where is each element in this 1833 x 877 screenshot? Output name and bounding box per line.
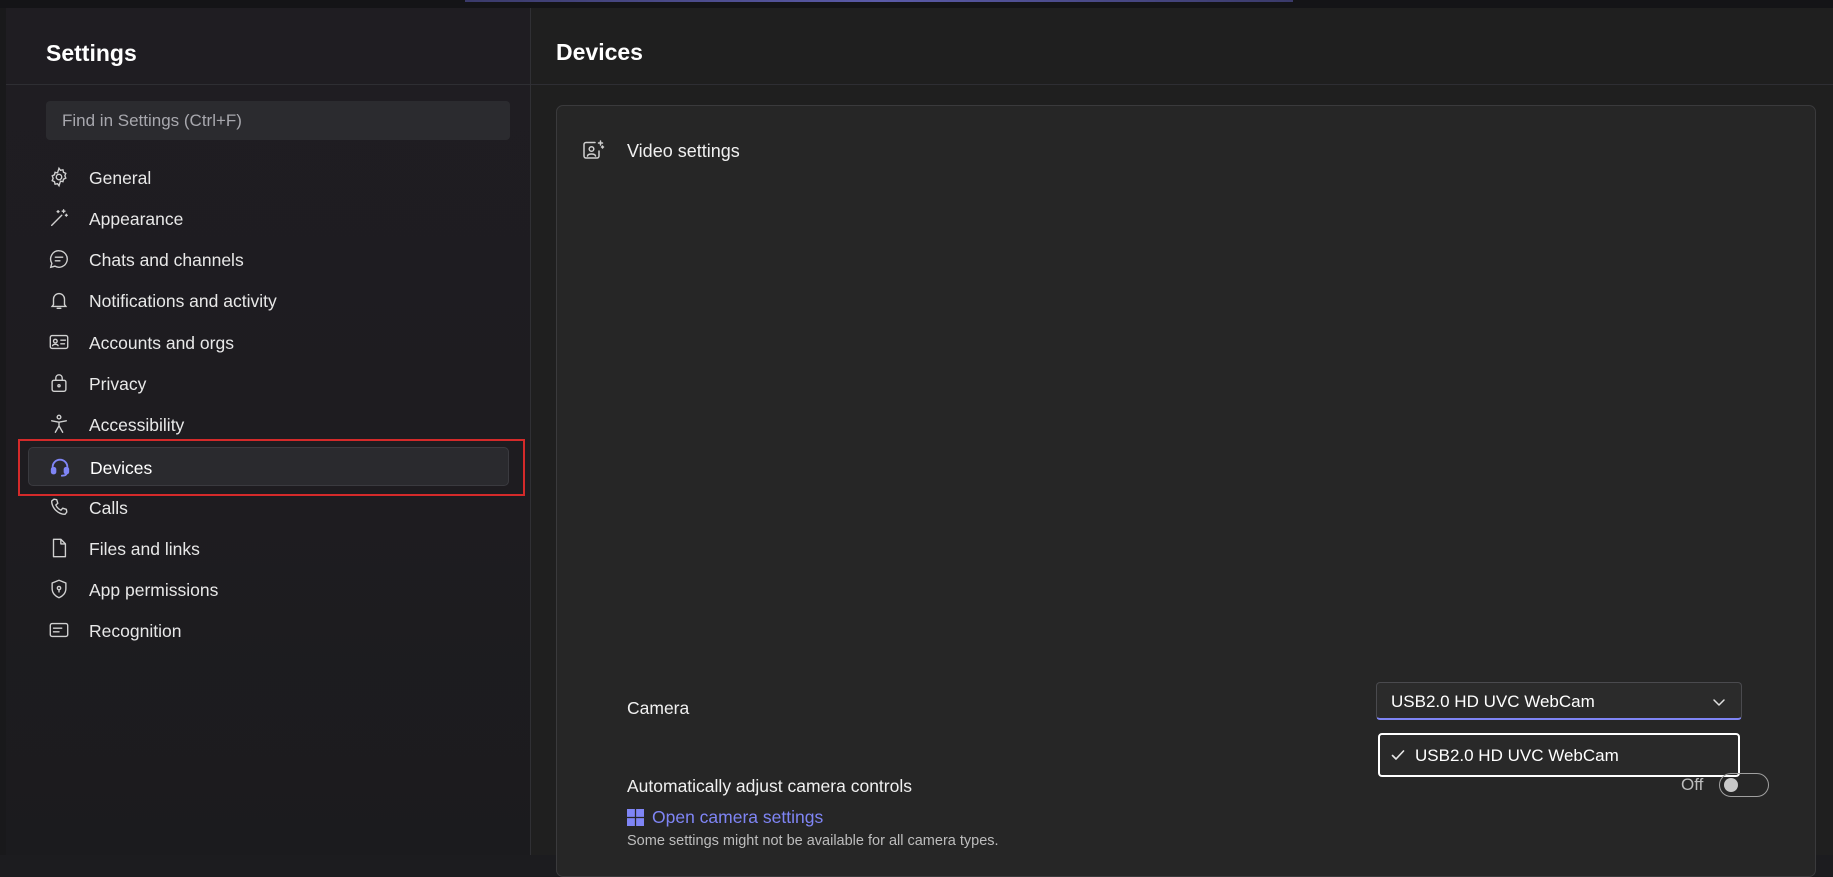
sidebar-item-label: Files and links — [89, 539, 200, 559]
sidebar-divider — [6, 84, 530, 85]
page-title: Devices — [556, 39, 643, 65]
id-card-icon — [48, 331, 70, 353]
video-settings-title: Video settings — [627, 141, 740, 161]
sidebar-item-label: Calls — [89, 498, 128, 518]
chevron-down-icon — [1711, 694, 1727, 710]
header-divider — [531, 84, 1833, 85]
shield-icon — [48, 578, 70, 600]
camera-dropdown-option[interactable]: USB2.0 HD UVC WebCam — [1378, 733, 1740, 777]
sidebar-item-privacy[interactable]: Privacy — [28, 364, 509, 403]
window-top-strip — [0, 0, 1833, 8]
sidebar-item-label: Notifications and activity — [89, 291, 277, 311]
bell-icon — [48, 289, 70, 311]
video-settings-card: Video settings Camera USB2.0 HD UVC WebC… — [556, 105, 1816, 877]
sidebar-item-label: Devices — [90, 458, 153, 478]
camera-option-label: USB2.0 HD UVC WebCam — [1415, 746, 1619, 765]
open-camera-settings-label: Open camera settings — [652, 807, 824, 827]
auto-adjust-state: Off — [1681, 775, 1704, 794]
chat-icon — [48, 248, 70, 270]
sidebar-item-devices[interactable]: Devices — [28, 447, 509, 486]
toggle-knob — [1724, 778, 1738, 792]
captions-icon — [48, 619, 70, 641]
gear-icon — [48, 166, 70, 188]
camera-selected-value: USB2.0 HD UVC WebCam — [1391, 692, 1595, 711]
settings-window: Settings General Appearanc — [0, 8, 1833, 877]
settings-search-input[interactable] — [46, 101, 510, 140]
windows-icon — [627, 809, 644, 826]
video-settings-icon — [581, 139, 605, 163]
camera-settings-note: Some settings might not be available for… — [627, 833, 999, 849]
sidebar-item-label: Privacy — [89, 374, 147, 394]
headset-icon — [49, 456, 71, 478]
sidebar-item-label: Accessibility — [89, 415, 185, 435]
sidebar-item-label: Recognition — [89, 621, 182, 641]
sidebar-item-accessibility[interactable]: Accessibility — [28, 405, 509, 444]
sidebar-item-label: App permissions — [89, 580, 219, 600]
sidebar-item-recognition[interactable]: Recognition — [28, 611, 509, 650]
main-panel: Devices Video settings Camera USB2.0 HD … — [531, 8, 1833, 877]
sidebar-item-files-and-links[interactable]: Files and links — [28, 529, 509, 568]
auto-adjust-toggle[interactable] — [1719, 773, 1769, 797]
camera-select[interactable]: USB2.0 HD UVC WebCam — [1376, 682, 1742, 720]
sidebar-item-accounts-and-orgs[interactable]: Accounts and orgs — [28, 323, 509, 362]
camera-label: Camera — [627, 698, 690, 718]
sidebar-item-label: Accounts and orgs — [89, 333, 234, 353]
sidebar-item-label: Chats and channels — [89, 250, 244, 270]
lock-icon — [48, 372, 70, 394]
sidebar-item-calls[interactable]: Calls — [28, 488, 509, 527]
checkmark-icon — [1390, 747, 1406, 763]
phone-icon — [48, 496, 70, 518]
sidebar-item-chats-and-channels[interactable]: Chats and channels — [28, 240, 509, 279]
accessibility-icon — [48, 413, 70, 435]
sidebar-item-label: General — [89, 168, 152, 188]
sidebar-item-app-permissions[interactable]: App permissions — [28, 570, 509, 609]
settings-sidebar: Settings General Appearanc — [0, 8, 531, 855]
sidebar-item-notifications[interactable]: Notifications and activity — [28, 281, 509, 320]
magic-wand-icon — [48, 207, 70, 229]
open-camera-settings-link[interactable]: Open camera settings — [627, 807, 823, 828]
sidebar-edge — [0, 8, 6, 855]
sidebar-item-general[interactable]: General — [28, 158, 509, 197]
auto-adjust-label: Automatically adjust camera controls — [627, 776, 912, 796]
file-icon — [48, 537, 70, 559]
sidebar-title: Settings — [46, 40, 137, 66]
sidebar-item-label: Appearance — [89, 209, 184, 229]
sidebar-item-appearance[interactable]: Appearance — [28, 199, 509, 238]
title-accent-bar — [465, 0, 1293, 2]
